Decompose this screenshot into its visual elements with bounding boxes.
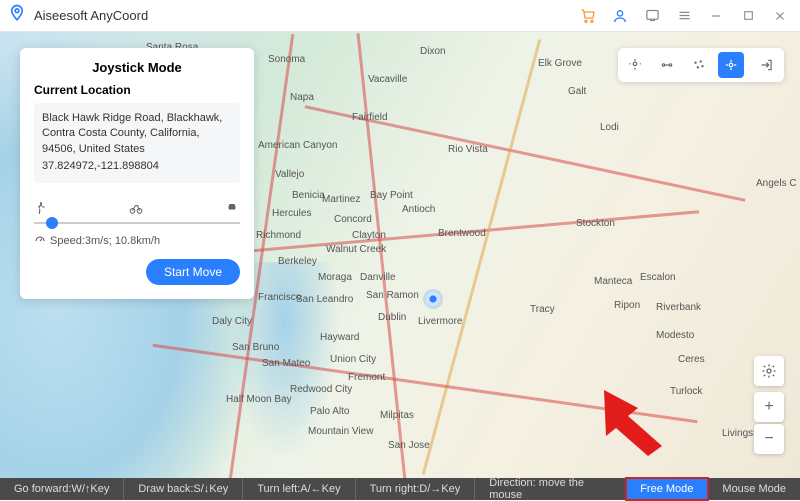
city-label: Dixon — [420, 46, 446, 57]
city-label: Livermore — [418, 316, 462, 327]
hint-back: Draw back:S/↓Key — [124, 478, 243, 500]
app-logo-icon — [8, 4, 26, 27]
city-label: Danville — [360, 272, 396, 283]
city-label: San Leandro — [296, 294, 353, 305]
zoom-out-button[interactable]: − — [754, 424, 784, 454]
city-label: Fremont — [348, 372, 385, 383]
location-coords: 37.824972,-121.898804 — [42, 159, 232, 174]
location-address: Black Hawk Ridge Road, Blackhawk, Contra… — [42, 111, 232, 157]
bike-icon[interactable] — [128, 201, 144, 218]
location-marker-icon[interactable] — [426, 292, 440, 306]
city-label: Napa — [290, 92, 314, 103]
close-button[interactable] — [768, 4, 792, 28]
mode-teleport-icon[interactable] — [622, 52, 648, 78]
exit-icon[interactable] — [754, 52, 780, 78]
city-label: Daly City — [212, 316, 252, 327]
app-title: Aiseesoft AnyCoord — [34, 8, 148, 23]
titlebar: Aiseesoft AnyCoord — [0, 0, 800, 32]
hint-forward: Go forward:W/↑Key — [0, 478, 124, 500]
city-label: Fairfield — [352, 112, 388, 123]
city-label: Walnut Creek — [326, 244, 386, 255]
city-label: Turlock — [670, 386, 702, 397]
start-move-button[interactable]: Start Move — [146, 259, 240, 285]
city-label: Lodi — [600, 122, 619, 133]
city-label: Benicia — [292, 190, 325, 201]
slider-thumb[interactable] — [46, 217, 58, 229]
city-label: Galt — [568, 86, 586, 97]
maximize-button[interactable] — [736, 4, 760, 28]
zoom-in-button[interactable]: + — [754, 392, 784, 422]
city-label: Brentwood — [438, 228, 486, 239]
mouse-mode-button[interactable]: Mouse Mode — [708, 478, 800, 500]
city-label: Concord — [334, 214, 372, 225]
city-label: Stockton — [576, 218, 615, 229]
menu-icon[interactable] — [672, 4, 696, 28]
city-label: Hercules — [272, 208, 311, 219]
city-label: Vacaville — [368, 74, 407, 85]
location-box: Black Hawk Ridge Road, Blackhawk, Contra… — [34, 103, 240, 183]
speedometer-icon — [34, 234, 46, 249]
city-label: Martinez — [322, 194, 360, 205]
minimize-button[interactable] — [704, 4, 728, 28]
city-label: Antioch — [402, 204, 435, 215]
city-label: San Ramon — [366, 290, 419, 301]
settings-icon[interactable] — [754, 356, 784, 386]
city-label: Palo Alto — [310, 406, 349, 417]
city-label: Vallejo — [275, 169, 304, 180]
city-label: Sonoma — [268, 54, 305, 65]
walk-icon[interactable] — [34, 201, 48, 218]
speed-slider[interactable] — [34, 222, 240, 224]
hint-direction: Direction: move the mouse — [475, 478, 626, 500]
city-label: Moraga — [318, 272, 352, 283]
city-label: San Bruno — [232, 342, 279, 353]
map-road — [422, 39, 541, 474]
city-label: Escalon — [640, 272, 676, 283]
city-label: Manteca — [594, 276, 632, 287]
city-label: Modesto — [656, 330, 694, 341]
city-label: Angels C — [756, 178, 797, 189]
city-label: Dublin — [378, 312, 406, 323]
mode-toolbar — [618, 48, 784, 82]
mode-onestop-icon[interactable] — [654, 52, 680, 78]
city-label: Milpitas — [380, 410, 414, 421]
city-label: Half Moon Bay — [226, 394, 292, 405]
city-label: Rio Vista — [448, 144, 488, 155]
panel-section-label: Current Location — [34, 83, 240, 97]
feedback-icon[interactable] — [640, 4, 664, 28]
speed-readout: Speed:3m/s; 10.8km/h — [34, 234, 240, 249]
city-label: Richmond — [256, 230, 301, 241]
speed-label: Speed:3m/s; 10.8km/h — [50, 235, 160, 247]
city-label: Francisco — [258, 292, 301, 303]
city-label: Mountain View — [308, 426, 373, 437]
city-label: Tracy — [530, 304, 555, 315]
city-label: Bay Point — [370, 190, 413, 201]
panel-title: Joystick Mode — [34, 60, 240, 75]
city-label: Redwood City — [290, 384, 352, 395]
hint-left: Turn left:A/←Key — [243, 478, 355, 500]
speed-mode-row — [34, 201, 240, 218]
city-label: Berkeley — [278, 256, 317, 267]
bottom-bar: Go forward:W/↑Key Draw back:S/↓Key Turn … — [0, 478, 800, 500]
free-mode-button[interactable]: Free Mode — [626, 478, 708, 500]
city-label: Ripon — [614, 300, 640, 311]
city-label: American Canyon — [258, 140, 337, 151]
city-label: San Mateo — [262, 358, 310, 369]
car-icon[interactable] — [224, 201, 240, 218]
city-label: San Jose — [388, 440, 430, 451]
city-label: Clayton — [352, 230, 386, 241]
city-label: Hayward — [320, 332, 359, 343]
user-icon[interactable] — [608, 4, 632, 28]
cart-icon[interactable] — [576, 4, 600, 28]
mode-multistop-icon[interactable] — [686, 52, 712, 78]
city-label: Union City — [330, 354, 376, 365]
city-label: Riverbank — [656, 302, 701, 313]
hint-right: Turn right:D/→Key — [356, 478, 476, 500]
mode-joystick-icon[interactable] — [718, 52, 744, 78]
city-label: Ceres — [678, 354, 705, 365]
location-panel: Joystick Mode Current Location Black Haw… — [20, 48, 254, 299]
city-label: Elk Grove — [538, 58, 582, 69]
